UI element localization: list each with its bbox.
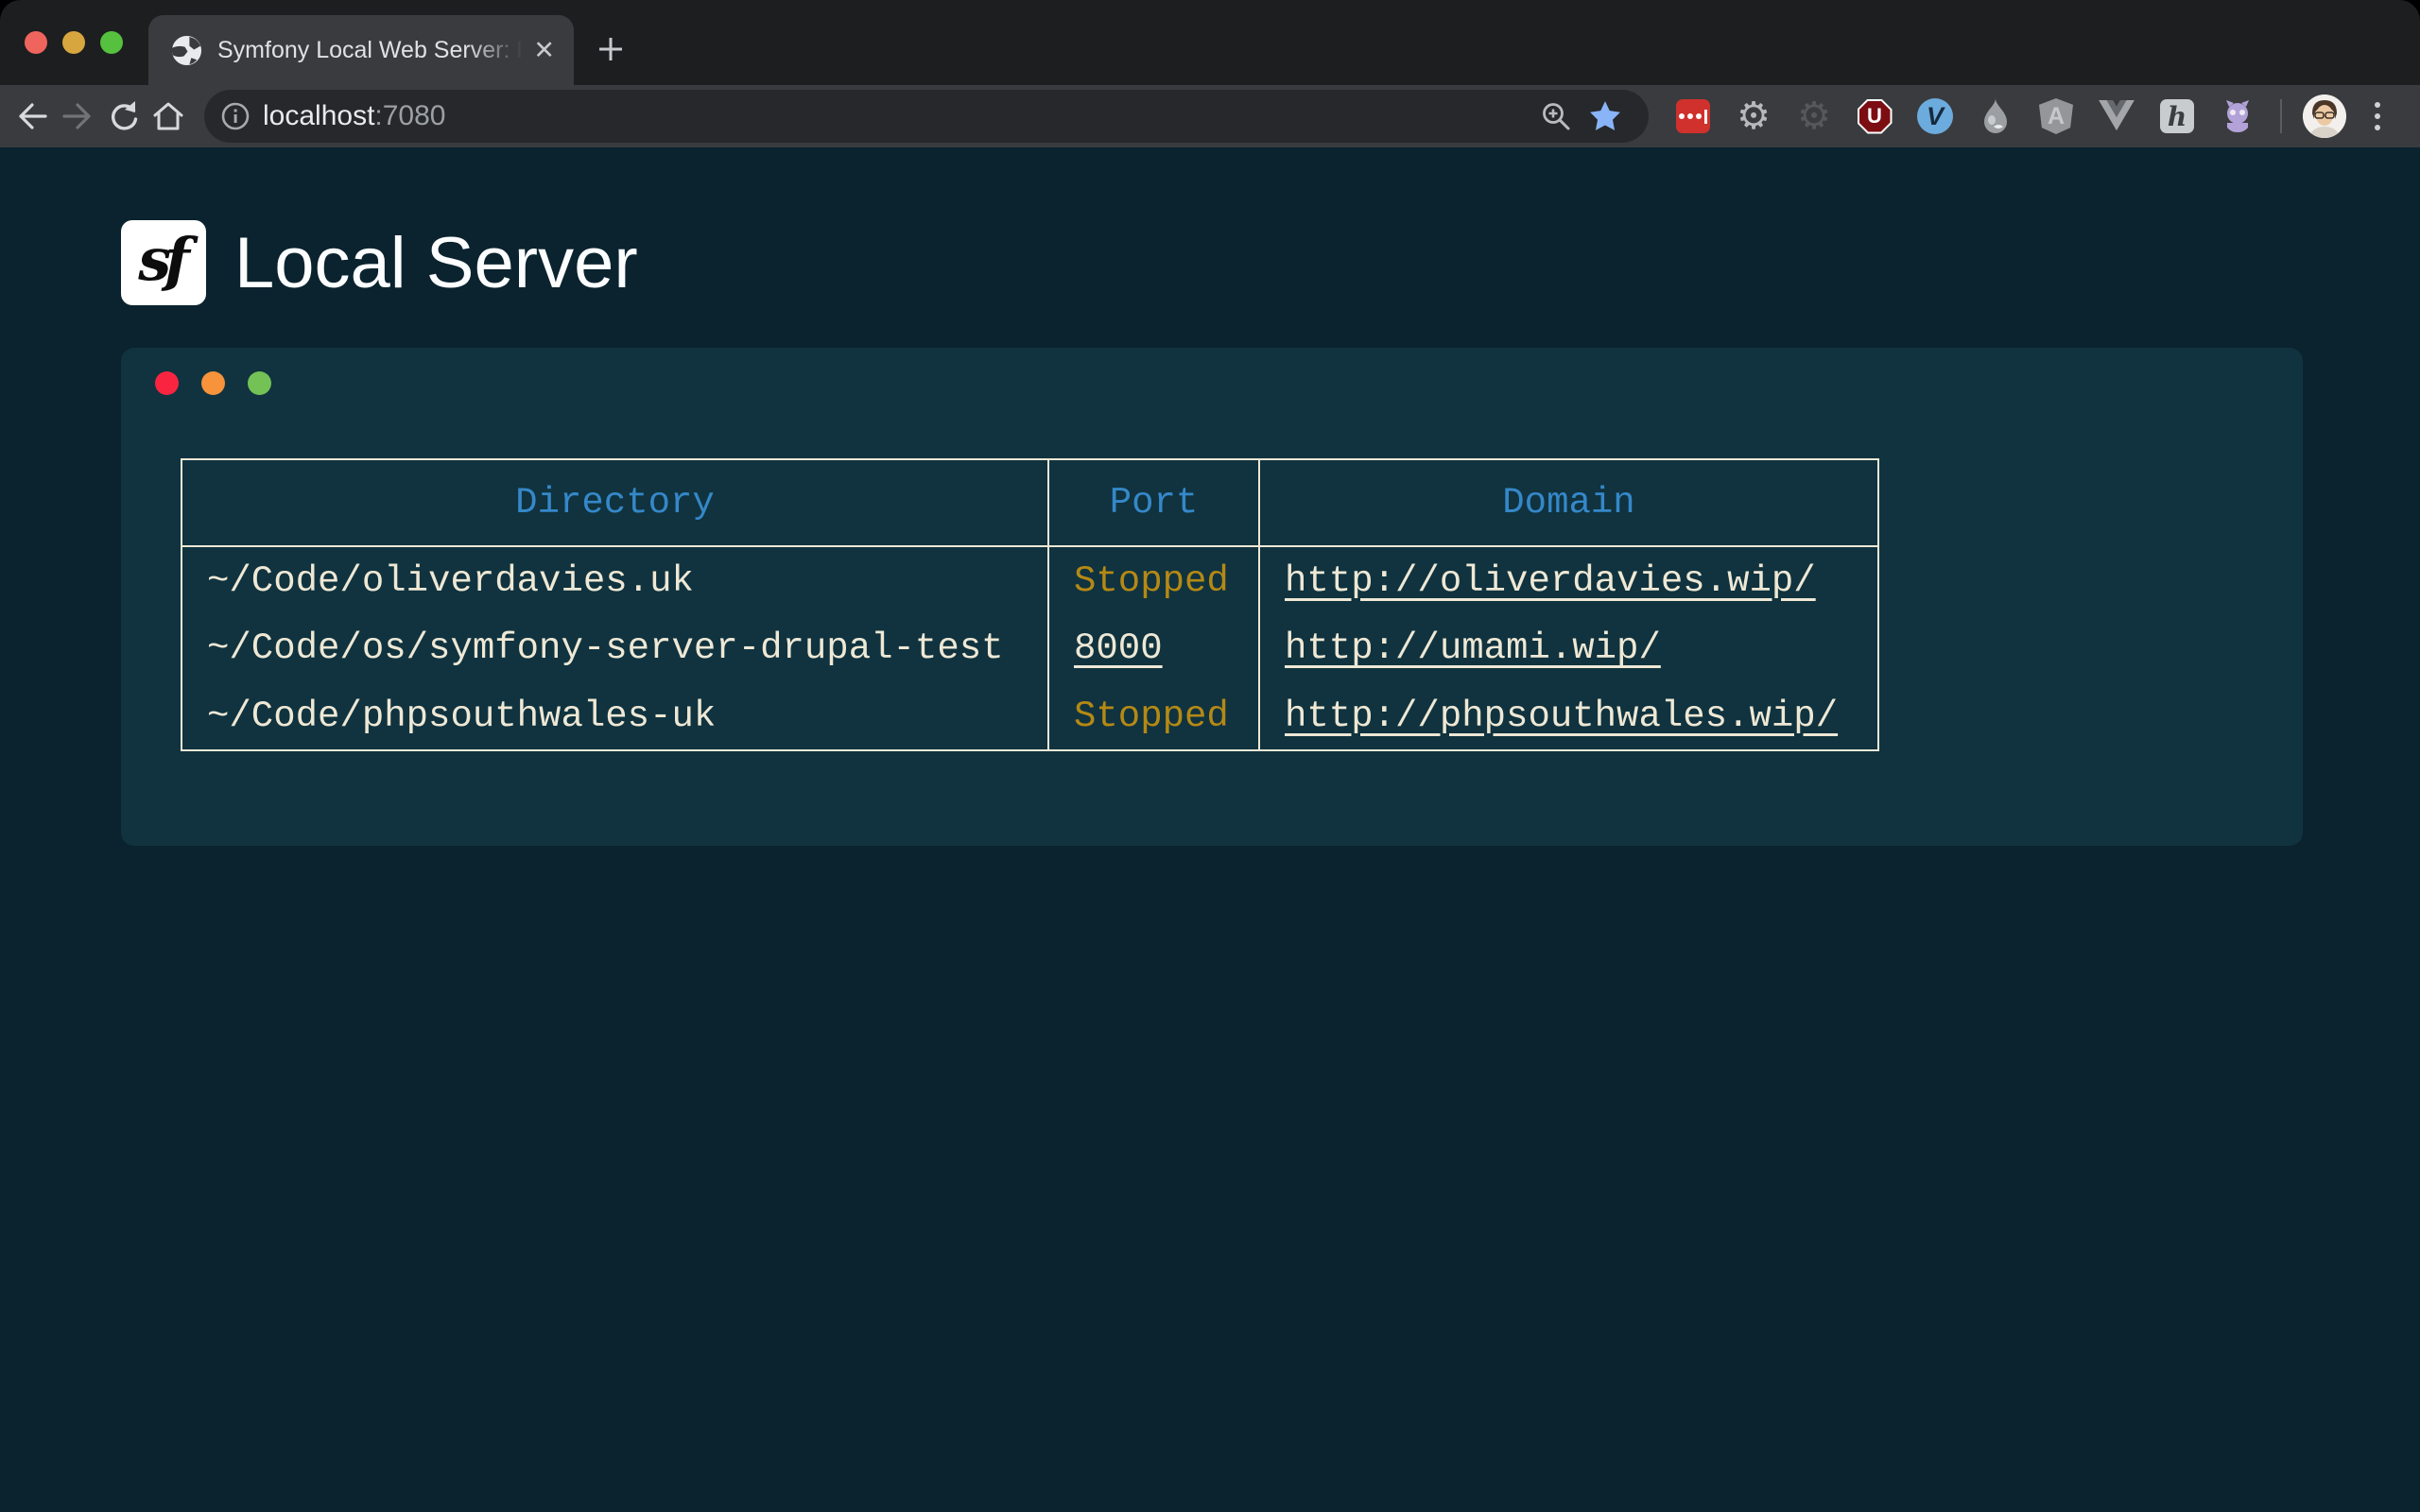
column-header-domain: Domain [1259,459,1878,546]
server-table-body: ~/Code/oliverdavies.uk Stopped http://ol… [182,546,1878,750]
vue-icon[interactable] [2099,97,2135,135]
gear-dark-icon[interactable]: ⚙ [1796,97,1832,135]
browser-toolbar: localhost:7080 ⚙ ⚙ U [0,85,2420,147]
new-tab-button[interactable] [588,26,633,72]
port-cell-content: Stopped [1074,560,1229,602]
h-extension-icon[interactable]: h [2159,97,2195,135]
browser-menu-button[interactable] [2369,96,2386,136]
port-cell-content: Stopped [1074,696,1229,737]
home-button[interactable] [146,94,191,139]
tab-strip: Symfony Local Web Server: Prox ✕ [0,0,2420,85]
lastpass-icon[interactable] [1675,97,1711,135]
kebab-menu-icon [2375,102,2380,108]
reload-button[interactable] [100,94,146,139]
extensions-bar: ⚙ ⚙ U V A h [1675,97,2256,135]
profile-avatar[interactable] [2303,94,2346,138]
port-cell-content[interactable]: 8000 [1074,627,1163,669]
symfony-logo-text: sf [138,225,183,294]
table-row: ~/Code/os/symfony-server-drupal-test 800… [182,614,1878,682]
home-icon [151,100,185,132]
github-octocat-icon[interactable] [2220,97,2256,135]
table-row: ~/Code/oliverdavies.uk Stopped http://ol… [182,546,1878,614]
angular-icon[interactable]: A [2038,97,2074,135]
info-icon [220,101,251,131]
bookmark-button[interactable] [1581,92,1630,141]
terminal-dot-orange [201,371,225,395]
url-port: :7080 [374,100,445,131]
server-card: Directory Port Domain ~/Code/oliverdavie… [121,348,2303,846]
domain-link[interactable]: http://phpsouthwales.wip/ [1285,696,1838,737]
window-close-button[interactable] [25,31,47,54]
terminal-dots [155,371,2303,395]
page-content: sf Local Server Directory Port Domain [0,147,2420,1512]
browser-tab[interactable]: Symfony Local Web Server: Prox ✕ [148,15,574,85]
url-host: localhost [263,100,374,131]
gear-light-icon[interactable]: ⚙ [1736,97,1772,135]
tab-close-icon[interactable]: ✕ [529,34,559,67]
servers-table: Directory Port Domain ~/Code/oliverdavie… [181,458,1879,751]
zoom-in-icon [1540,100,1572,132]
terminal-dot-green [248,371,271,395]
domain-link[interactable]: http://oliverdavies.wip/ [1285,560,1816,602]
directory-cell: ~/Code/phpsouthwales-uk [182,682,1048,750]
window-zoom-button[interactable] [100,31,123,54]
back-icon [15,100,49,132]
bookmark-star-icon [1588,99,1622,133]
forward-button[interactable] [55,94,100,139]
table-header-row: Directory Port Domain [182,459,1878,546]
page-title: Local Server [234,222,638,304]
column-header-port: Port [1048,459,1259,546]
forward-icon [60,100,95,132]
zoom-page-button[interactable] [1531,92,1581,141]
ublock-icon[interactable]: U [1857,97,1893,135]
terminal-dot-red [155,371,179,395]
directory-cell: ~/Code/os/symfony-server-drupal-test [182,614,1048,682]
site-info-button[interactable] [214,94,257,138]
back-button[interactable] [9,94,55,139]
page-header: sf Local Server [121,220,2420,305]
vimium-icon[interactable]: V [1917,97,1953,135]
drupal-icon[interactable] [1978,97,2014,135]
url-text: localhost:7080 [263,100,445,132]
column-header-directory: Directory [182,459,1048,546]
tab-title: Symfony Local Web Server: Prox [217,37,529,64]
plus-icon [596,35,625,63]
window-minimize-button[interactable] [62,31,85,54]
domain-link[interactable]: http://umami.wip/ [1285,627,1661,669]
globe-icon [171,35,202,66]
toolbar-separator [2280,99,2282,133]
browser-window: Symfony Local Web Server: Prox ✕ [0,0,2420,1512]
table-row: ~/Code/phpsouthwales-uk Stopped http://p… [182,682,1878,750]
address-bar[interactable]: localhost:7080 [204,90,1649,143]
window-controls [25,31,123,54]
reload-icon [106,99,140,133]
symfony-logo: sf [121,220,206,305]
directory-cell: ~/Code/oliverdavies.uk [182,546,1048,614]
